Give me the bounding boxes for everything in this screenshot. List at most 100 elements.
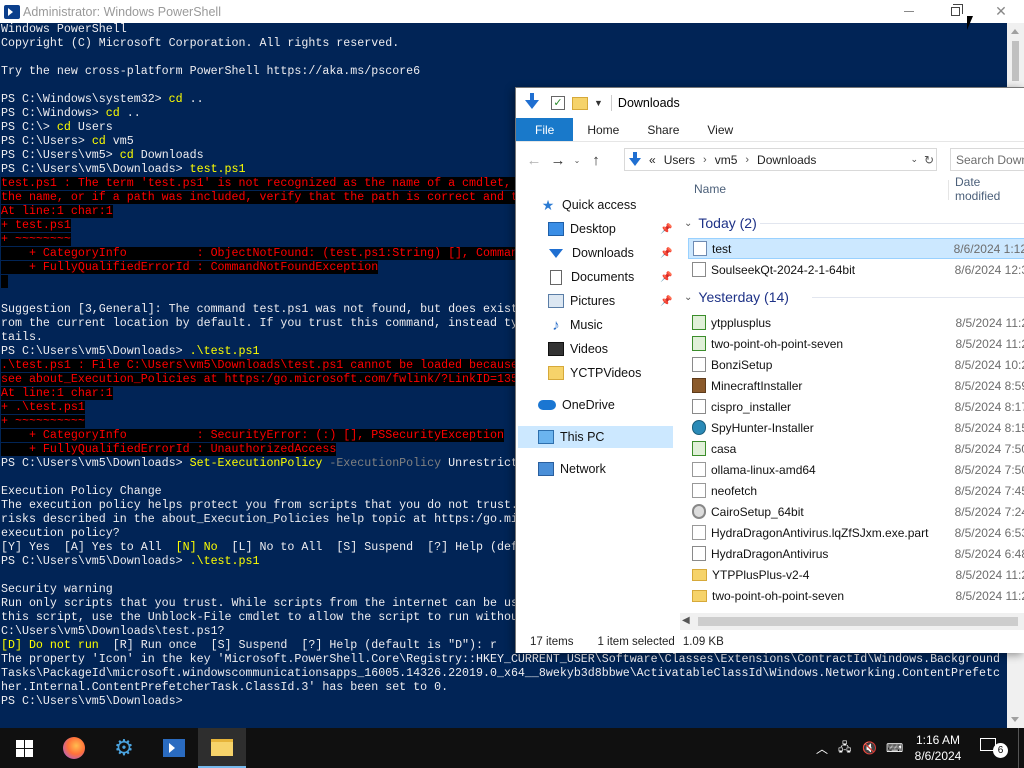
- pc-icon: [538, 430, 554, 444]
- nav-item-pictures[interactable]: Pictures 📌: [516, 290, 672, 312]
- mouse-cursor-icon: [967, 16, 973, 30]
- column-name-header[interactable]: Name: [694, 174, 726, 204]
- scroll-thumb[interactable]: [698, 617, 1018, 626]
- file-row[interactable]: two-point-oh-point-seven 8/5/2024 11:2: [688, 333, 1024, 354]
- file-name: MinecraftInstaller: [711, 378, 803, 393]
- nav-item-documents[interactable]: Documents 📌: [516, 266, 672, 288]
- forward-arrow-icon[interactable]: →: [546, 152, 570, 169]
- up-arrow-icon[interactable]: ↑: [584, 152, 608, 169]
- onedrive-icon: [538, 400, 556, 410]
- file-row[interactable]: CairoSetup_64bit 8/5/2024 7:24: [688, 501, 1024, 522]
- customize-toolbar-icon[interactable]: ▼: [594, 98, 603, 108]
- nav-item-music[interactable]: ♪ Music: [516, 314, 602, 336]
- file-date: 8/5/2024 11:2: [955, 315, 1024, 330]
- file-row[interactable]: casa 8/5/2024 7:50: [688, 438, 1024, 459]
- tray-keyboard[interactable]: ⌨: [886, 728, 903, 768]
- folder-icon: [692, 568, 707, 581]
- file-row[interactable]: cispro_installer 8/5/2024 8:17: [688, 396, 1024, 417]
- file-name: two-point-oh-point-seven: [711, 336, 844, 351]
- file-row[interactable]: BonziSetup 8/5/2024 10:2: [688, 354, 1024, 375]
- file-row[interactable]: HydraDragonAntivirus 8/5/2024 6:48: [688, 543, 1024, 564]
- nav-item-this-pc[interactable]: This PC: [518, 426, 673, 448]
- tab-share[interactable]: Share: [633, 118, 693, 141]
- nav-item-quick-access[interactable]: ★ Quick access: [516, 194, 637, 216]
- taskbar-firefox[interactable]: [50, 728, 98, 768]
- breadcrumb-chevron-icon[interactable]: ›: [745, 154, 749, 166]
- breadcrumb-users[interactable]: Users: [664, 153, 695, 167]
- file-row[interactable]: ytpplusplus 8/5/2024 11:2: [688, 312, 1024, 333]
- address-dropdown-icon[interactable]: ⌄: [910, 154, 918, 165]
- file-row[interactable]: HydraDragonAntivirus.lqZfSJxm.exe.part 8/…: [688, 522, 1024, 543]
- tab-home[interactable]: Home: [573, 118, 633, 141]
- column-date-header[interactable]: Date modified: [955, 174, 1024, 204]
- file-row[interactable]: neofetch 8/5/2024 7:45: [688, 480, 1024, 501]
- scroll-up-icon[interactable]: [1011, 29, 1019, 34]
- explorer-titlebar[interactable]: ✓ ▼ Downloads: [516, 88, 1024, 118]
- tray-network[interactable]: 🖧: [838, 728, 851, 768]
- address-bar[interactable]: « Users › vm5 › Downloads ⌄ ↻: [624, 148, 937, 171]
- file-row[interactable]: two-point-oh-point-seven 8/5/2024 11:2: [688, 585, 1024, 606]
- collapse-chevron-icon[interactable]: ⌄: [684, 218, 692, 229]
- column-divider[interactable]: [948, 180, 949, 200]
- quick-access-download-icon[interactable]: [525, 93, 539, 109]
- taskbar-powershell[interactable]: [150, 728, 198, 768]
- clock[interactable]: 1:16 AM 8/6/2024: [908, 732, 968, 764]
- file-explorer-window[interactable]: ✓ ▼ Downloads File Home Share View ← → ⌄…: [515, 87, 1024, 653]
- file-row[interactable]: test 8/6/2024 1:12: [688, 238, 1024, 259]
- keyboard-icon: ⌨: [886, 741, 904, 755]
- nav-item-network[interactable]: Network: [516, 458, 606, 480]
- breadcrumb-downloads[interactable]: Downloads: [757, 153, 816, 167]
- taskbar-settings-app[interactable]: ⚙: [100, 728, 148, 768]
- recent-locations-icon[interactable]: ⌄: [570, 156, 584, 165]
- console-text: .\test.ps1: [189, 555, 260, 568]
- tray-volume[interactable]: 🔇: [862, 728, 877, 768]
- nav-item-desktop[interactable]: Desktop 📌: [516, 218, 672, 240]
- file-row[interactable]: SoulseekQt-2024-2-1-64bit 8/6/2024 12:3: [688, 259, 1024, 280]
- taskbar-file-explorer[interactable]: [198, 728, 246, 768]
- pin-icon: 📌: [660, 271, 673, 283]
- group-header[interactable]: ⌄ Yesterday (14): [680, 286, 789, 308]
- scroll-left-icon[interactable]: ◀: [682, 615, 690, 626]
- tab-file[interactable]: File: [516, 118, 574, 141]
- nav-item-downloads[interactable]: Downloads 📌: [516, 242, 672, 264]
- breadcrumb-chevron-icon[interactable]: ›: [703, 154, 707, 166]
- scroll-down-icon[interactable]: [1011, 717, 1019, 722]
- console-text: .\test.ps1: [189, 345, 260, 358]
- file-row[interactable]: ollama-linux-amd64 8/5/2024 7:50: [688, 459, 1024, 480]
- action-center-button[interactable]: 6: [980, 738, 1008, 758]
- group-header[interactable]: ⌄ Today (2): [680, 212, 757, 234]
- file-date: 8/5/2024 11:2: [955, 336, 1024, 351]
- breadcrumb-vm5[interactable]: vm5: [715, 153, 738, 167]
- file-date: 8/5/2024 7:50: [954, 462, 1024, 477]
- start-button[interactable]: [0, 728, 48, 768]
- powershell-icon: [4, 4, 20, 19]
- minimize-button[interactable]: [886, 0, 932, 23]
- scroll-thumb[interactable]: [1012, 41, 1019, 81]
- file-row[interactable]: YTPPlusPlus-v2-4 8/5/2024 11:2: [688, 564, 1024, 585]
- close-button[interactable]: ✕: [978, 0, 1024, 23]
- properties-icon[interactable]: ✓: [551, 96, 565, 110]
- search-input[interactable]: Search Downloads: [950, 148, 1024, 171]
- powershell-titlebar[interactable]: Administrator: Windows PowerShell ✕: [0, 0, 1024, 23]
- console-text: + ~~~~~~~~: [1, 233, 71, 246]
- console-text: the name, or if a path was included, ver…: [1, 191, 581, 204]
- file-row[interactable]: SpyHunter-Installer 8/5/2024 8:15: [688, 417, 1024, 438]
- nav-item-videos[interactable]: Videos: [516, 338, 608, 360]
- nav-item-onedrive[interactable]: OneDrive: [516, 394, 615, 416]
- new-folder-icon[interactable]: [572, 96, 588, 110]
- folder-icon: [211, 738, 233, 756]
- horizontal-scrollbar[interactable]: ◀: [680, 613, 1024, 630]
- console-text: ..: [119, 107, 141, 120]
- collapse-chevron-icon[interactable]: ⌄: [684, 292, 692, 303]
- show-hidden-icons[interactable]: ︿: [816, 728, 828, 768]
- refresh-icon[interactable]: ↻: [924, 153, 934, 167]
- window-title: Administrator: Windows PowerShell: [23, 4, 221, 19]
- desktop-icon: [548, 222, 564, 236]
- file-row[interactable]: MinecraftInstaller 8/5/2024 8:59: [688, 375, 1024, 396]
- back-arrow-icon[interactable]: ←: [522, 152, 546, 169]
- nav-item-yctpvideos[interactable]: YCTPVideos: [516, 362, 641, 384]
- address-overflow[interactable]: «: [649, 153, 656, 167]
- show-desktop-button[interactable]: [1018, 728, 1024, 768]
- tab-view[interactable]: View: [693, 118, 747, 141]
- clock-time: 1:16 AM: [915, 733, 961, 747]
